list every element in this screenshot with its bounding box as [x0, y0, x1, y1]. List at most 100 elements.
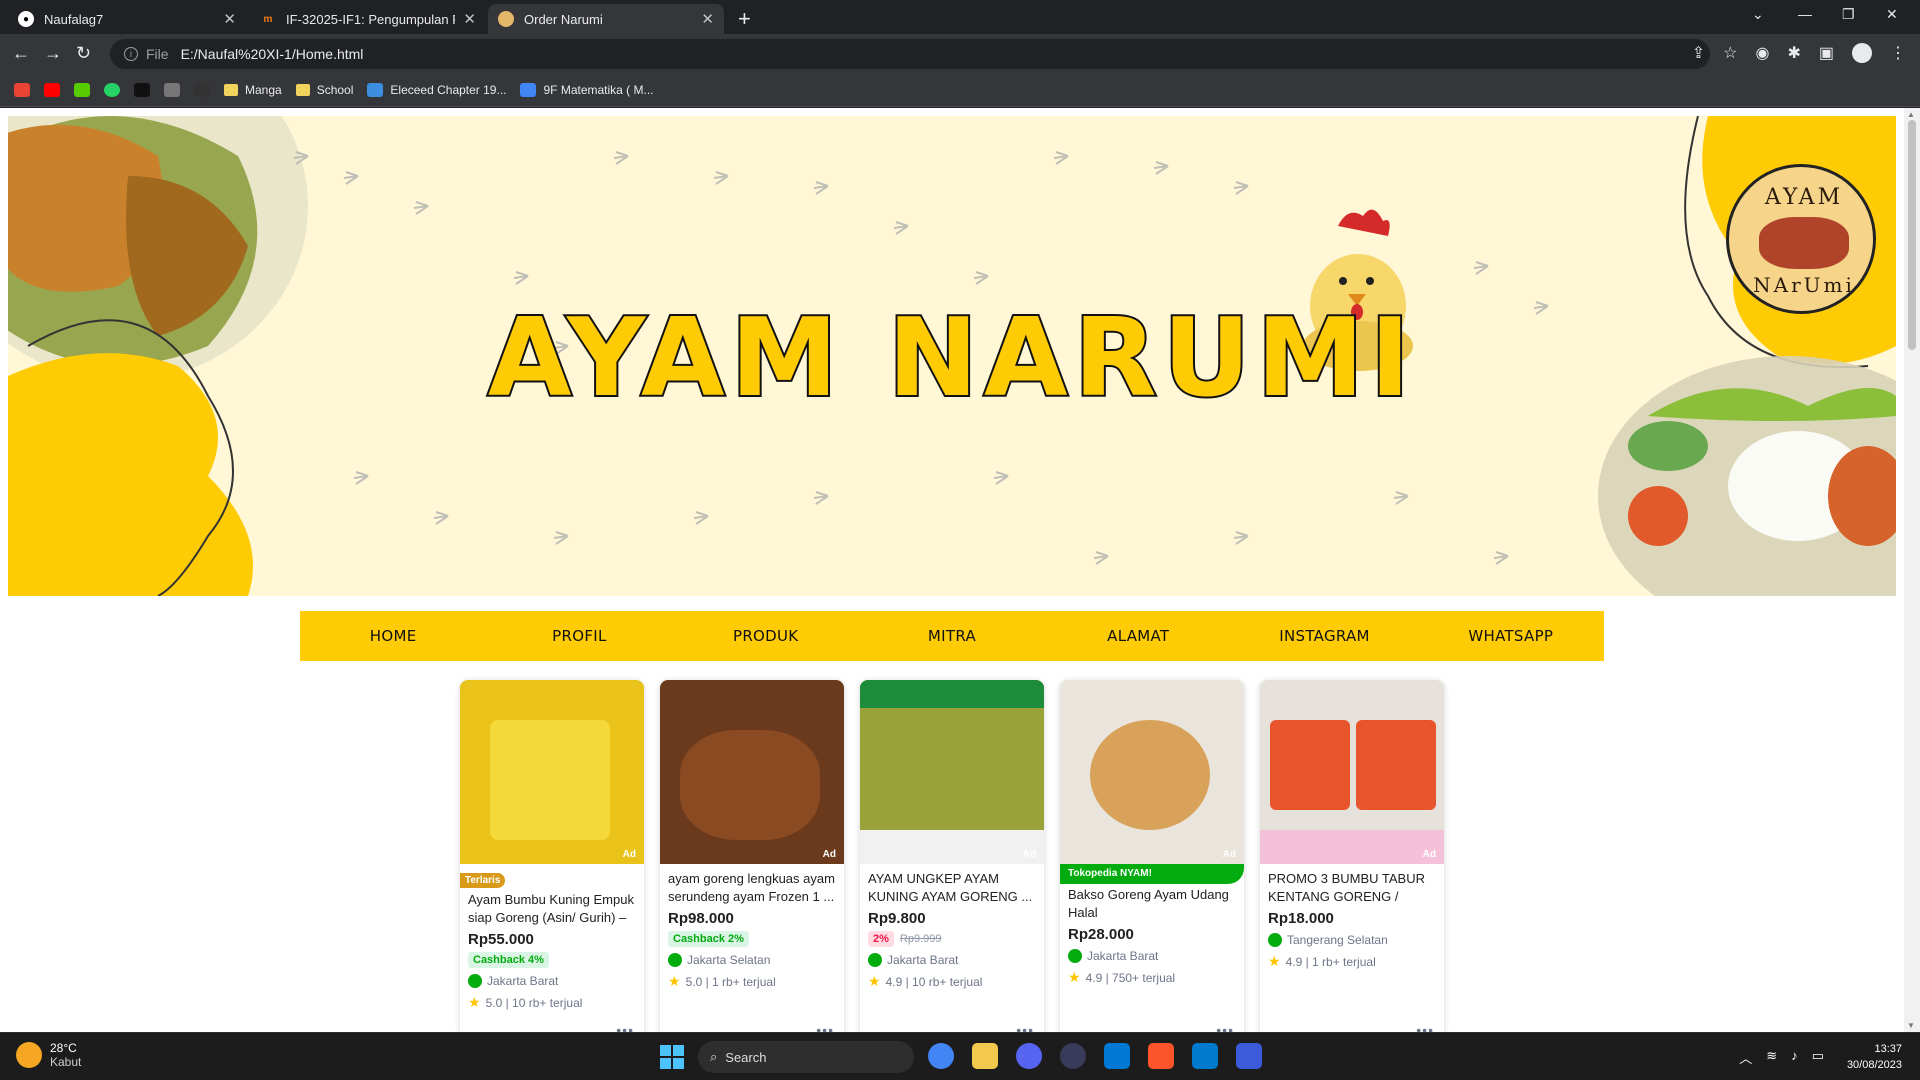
forward-icon[interactable]: →	[44, 43, 62, 63]
info-icon[interactable]: i	[124, 47, 138, 61]
whatsapp-icon	[104, 82, 120, 97]
reload-icon[interactable]: ↻	[76, 43, 91, 63]
puzzle-icon[interactable]: ✱	[1787, 43, 1800, 63]
product-name: Bakso Goreng Ayam Udang Halal	[1068, 887, 1229, 920]
toolbar-icons: ⇪ ☆ ◉ ✱ ▣ ⋮	[1692, 43, 1906, 63]
whatsapp-bookmark[interactable]	[104, 82, 120, 97]
bookmark-6[interactable]	[164, 82, 180, 97]
scrollbar-thumb[interactable]	[1908, 120, 1916, 350]
product-card[interactable]: Ad PROMO 3 BUMBU TABUR KENTANG GORENG / …	[1260, 680, 1444, 1032]
address-bar[interactable]: i File E:/Naufal%20XI-1/Home.html	[110, 39, 1710, 69]
start-button[interactable]	[660, 1045, 684, 1069]
close-tab-icon[interactable]: ✕	[463, 10, 476, 28]
browser-tab-bar: ● Naufalag7 ✕ m IF-32025-IF1: Pengumpula…	[0, 0, 1920, 34]
bookmark-school[interactable]: School	[295, 83, 353, 97]
wifi-icon[interactable]: ≋	[1766, 1048, 1777, 1067]
more-options-icon[interactable]: •••	[1016, 1022, 1034, 1032]
scroll-up-icon[interactable]: ▲	[1907, 110, 1915, 119]
restore-button[interactable]: ❐	[1842, 6, 1855, 23]
product-price: Rp55.000	[468, 931, 534, 948]
bookmark-7[interactable]	[194, 82, 210, 97]
new-tab-button[interactable]: +	[738, 6, 751, 32]
youtube-icon	[44, 82, 60, 97]
bookmark-eleceed[interactable]: Eleceed Chapter 19...	[367, 82, 506, 97]
product-image: Ad	[860, 680, 1044, 864]
more-options-icon[interactable]: •••	[616, 1022, 634, 1032]
profile-avatar[interactable]	[1852, 43, 1872, 63]
more-options-icon[interactable]: •••	[1216, 1022, 1234, 1032]
product-image: Ad	[1060, 680, 1244, 864]
tokopedia-nyam-badge: Tokopedia NYAM!	[1060, 864, 1244, 884]
page-scrollbar[interactable]: ▲ ▼	[1904, 108, 1920, 1032]
app-icon[interactable]	[1060, 1043, 1086, 1069]
clock[interactable]: 13:37 30/08/2023	[1847, 1041, 1902, 1073]
more-options-icon[interactable]: •••	[1416, 1022, 1434, 1032]
store-icon[interactable]	[1104, 1043, 1130, 1069]
product-image: Ad	[460, 680, 644, 864]
bookmark-matematika[interactable]: 9F Matematika ( M...	[520, 82, 654, 97]
product-price: Rp18.000	[1268, 910, 1334, 927]
product-location: Jakarta Barat	[868, 953, 1036, 967]
close-window-button[interactable]: ✕	[1886, 6, 1898, 23]
nav-produk[interactable]: PRODUK	[673, 627, 859, 645]
shop-badge-icon	[1068, 949, 1082, 963]
bookmark-manga[interactable]: Manga	[224, 83, 282, 97]
product-location: Jakarta Selatan	[668, 953, 836, 967]
nav-home[interactable]: HOME	[300, 627, 486, 645]
sidepanel-icon[interactable]: ▣	[1819, 43, 1834, 63]
youtube-bookmark[interactable]	[44, 82, 60, 97]
cashback-badge: Cashback 4%	[468, 952, 549, 968]
star-icon: ★	[668, 973, 681, 989]
moodle-icon: m	[263, 13, 273, 25]
product-rating: ★ 5.0 | 1 rb+ terjual	[668, 973, 776, 989]
product-card[interactable]: Ad ayam goreng lengkuas ayam serundeng a…	[660, 680, 844, 1032]
minimize-button[interactable]: —	[1798, 6, 1812, 22]
best-seller-badge: Terlaris	[460, 873, 506, 888]
bookmark-5[interactable]	[134, 82, 150, 97]
duolingo-icon	[74, 82, 90, 97]
nav-alamat[interactable]: ALAMAT	[1045, 627, 1231, 645]
shop-badge-icon	[668, 953, 682, 967]
brave-icon[interactable]	[1148, 1043, 1174, 1069]
tab-search-icon[interactable]: ⌄	[1752, 6, 1764, 23]
product-rating: ★ 4.9 | 10 rb+ terjual	[868, 973, 983, 989]
duolingo-bookmark[interactable]	[74, 82, 90, 97]
nav-profil[interactable]: PROFIL	[486, 627, 672, 645]
product-location: Jakarta Barat	[468, 974, 636, 988]
back-icon[interactable]: ←	[12, 43, 30, 63]
chrome-icon[interactable]	[928, 1043, 954, 1069]
weather-widget[interactable]: 28°C Kabut	[16, 1041, 81, 1069]
taskbar-search[interactable]: ⌕ Search	[698, 1041, 914, 1073]
nav-mitra[interactable]: MITRA	[859, 627, 1045, 645]
gmail-bookmark[interactable]	[14, 82, 30, 97]
logo-chicken-image	[1759, 217, 1849, 269]
tab-pengumpulan[interactable]: m IF-32025-IF1: Pengumpulan Prog ✕	[250, 4, 486, 34]
volume-icon[interactable]: ♪	[1791, 1048, 1798, 1067]
tab-order-narumi[interactable]: Order Narumi ✕	[488, 4, 724, 34]
vscode-icon[interactable]	[1192, 1043, 1218, 1069]
site-icon	[164, 82, 180, 97]
menu-icon[interactable]: ⋮	[1890, 43, 1906, 63]
chevron-up-icon[interactable]: ︿	[1739, 1048, 1752, 1067]
more-options-icon[interactable]: •••	[816, 1022, 834, 1032]
nav-instagram[interactable]: INSTAGRAM	[1231, 627, 1417, 645]
share-icon[interactable]: ⇪	[1692, 43, 1705, 63]
close-tab-icon[interactable]: ✕	[223, 10, 236, 28]
product-card[interactable]: Ad AYAM UNGKEP AYAM KUNING AYAM GORENG .…	[860, 680, 1044, 1032]
star-icon: ★	[1268, 953, 1281, 969]
bookmark-star-icon[interactable]: ☆	[1723, 43, 1737, 63]
product-name: Ayam Bumbu Kuning Empuk siap Goreng (Asi…	[468, 892, 634, 925]
tab-github[interactable]: ● Naufalag7 ✕	[8, 4, 246, 34]
brand-logo: AYAM NArUmi	[1726, 164, 1876, 314]
nav-whatsapp[interactable]: WHATSAPP	[1418, 627, 1604, 645]
discord-icon[interactable]	[1016, 1043, 1042, 1069]
file-explorer-icon[interactable]	[972, 1043, 998, 1069]
extension-icon[interactable]: ◉	[1756, 43, 1770, 63]
scroll-down-icon[interactable]: ▼	[1907, 1021, 1915, 1030]
product-card[interactable]: Ad Tokopedia NYAM! Bakso Goreng Ayam Uda…	[1060, 680, 1244, 1032]
close-tab-icon[interactable]: ✕	[701, 10, 714, 28]
folder-icon	[295, 83, 310, 96]
product-card[interactable]: Ad Terlaris Ayam Bumbu Kuning Empuk siap…	[460, 680, 644, 1032]
battery-icon[interactable]: ▭	[1812, 1048, 1824, 1067]
app-icon[interactable]	[1236, 1043, 1262, 1069]
